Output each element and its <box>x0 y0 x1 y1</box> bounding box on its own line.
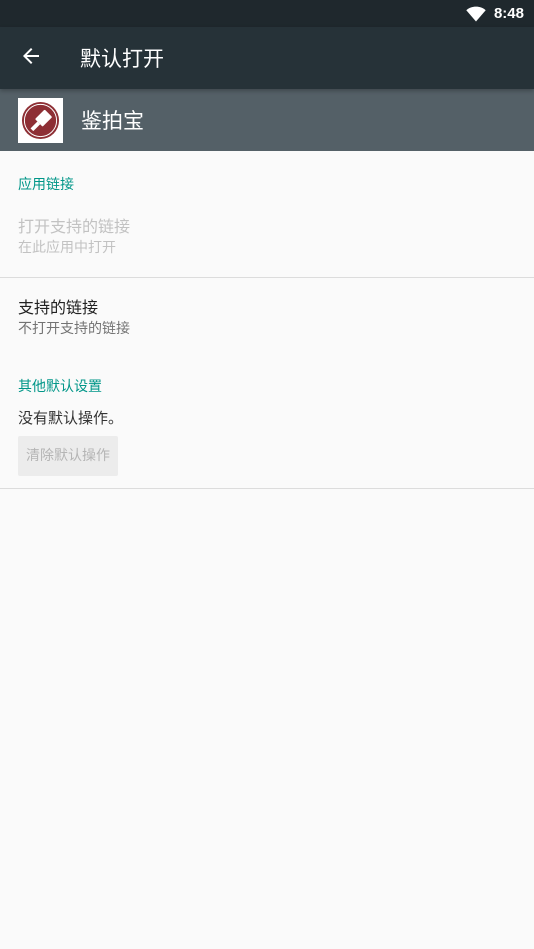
app-icon <box>18 97 63 143</box>
app-name: 鉴拍宝 <box>81 109 144 133</box>
supported-links-pref[interactable]: 支持的链接 不打开支持的链接 <box>0 297 534 339</box>
arrow-back-icon <box>21 46 41 70</box>
section-header-app-links: 应用链接 <box>18 177 74 193</box>
no-defaults-text: 没有默认操作。 <box>18 409 124 427</box>
status-time: 8:48 <box>493 5 524 22</box>
open-supported-links-title: 打开支持的链接 <box>18 217 131 236</box>
divider <box>0 488 534 489</box>
back-button[interactable] <box>0 27 62 89</box>
open-supported-links-summary: 在此应用中打开 <box>18 240 116 256</box>
toolbar: 默认打开 <box>0 27 534 89</box>
clear-defaults-button[interactable]: 清除默认操作 <box>18 436 118 476</box>
open-supported-links-pref[interactable]: 打开支持的链接 在此应用中打开 <box>0 216 534 258</box>
section-header-other-defaults: 其他默认设置 <box>18 379 102 395</box>
page-title: 默认打开 <box>80 47 164 71</box>
app-header: 鉴拍宝 <box>0 89 534 151</box>
wifi-icon <box>466 6 486 22</box>
supported-links-summary: 不打开支持的链接 <box>18 321 130 337</box>
status-bar: 8:48 <box>0 0 534 27</box>
supported-links-title: 支持的链接 <box>18 298 99 317</box>
